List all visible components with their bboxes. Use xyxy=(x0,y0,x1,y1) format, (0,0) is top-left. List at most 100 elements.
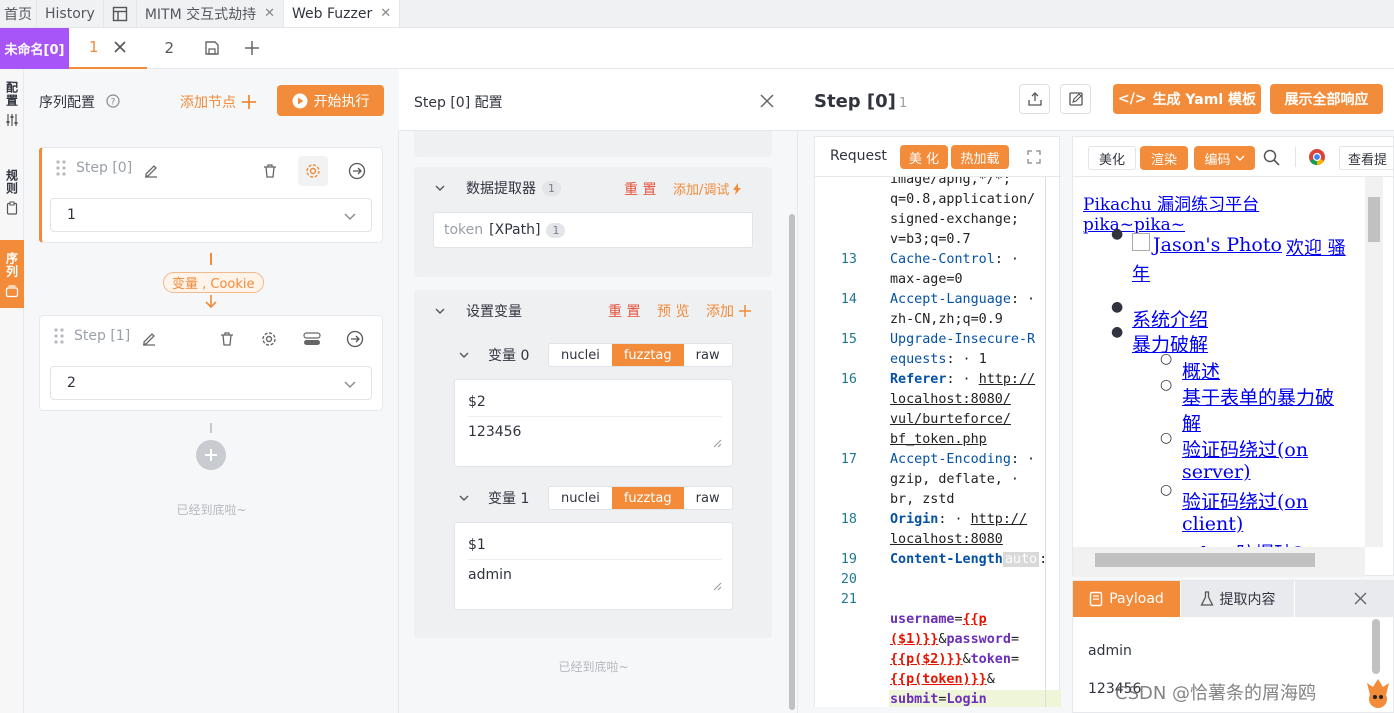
share-button[interactable] xyxy=(1019,84,1050,114)
extractor-reset-button[interactable]: 重 置 xyxy=(624,179,656,199)
settings-button[interactable] xyxy=(298,156,328,186)
add-step-button[interactable] xyxy=(196,440,226,470)
payload-tab[interactable]: Payload xyxy=(1073,581,1180,617)
seg-nuclei[interactable]: nuclei xyxy=(549,344,612,366)
goto-button[interactable] xyxy=(340,324,370,354)
hotload-button[interactable]: 热加载 xyxy=(951,145,1009,169)
vtab-label: 规则 xyxy=(4,169,19,195)
welcome-link[interactable]: 欢迎 骚 xyxy=(1286,234,1346,260)
settings-button[interactable] xyxy=(254,324,284,354)
link-captcha-server[interactable]: 验证码绕过(on xyxy=(1182,435,1308,462)
close-icon[interactable] xyxy=(760,94,774,108)
response-beautify-button[interactable]: 美化 xyxy=(1088,146,1136,170)
vertical-scrollbar[interactable] xyxy=(1365,177,1383,547)
start-execute-button[interactable]: 开始执行 xyxy=(277,85,384,116)
extractor-title-row[interactable]: 数据提取器 1 xyxy=(434,178,561,198)
extractor-add-button[interactable]: 添加/调试 xyxy=(673,179,742,198)
edit-button[interactable] xyxy=(136,156,166,186)
render-button[interactable]: 渲染 xyxy=(1140,146,1188,170)
resize-handle-icon[interactable] xyxy=(713,439,722,448)
close-icon[interactable]: ✕ xyxy=(380,6,391,21)
request-code[interactable]: image/apng,*/*; q=0.8,application/ signe… xyxy=(815,177,1061,707)
close-icon[interactable]: ✕ xyxy=(264,6,275,21)
variable-0-editor[interactable]: $2 123456 xyxy=(454,379,733,467)
ruler-line xyxy=(1045,177,1046,707)
link-captcha-client-cont[interactable]: client) xyxy=(1182,513,1243,535)
step-select[interactable]: 1 xyxy=(50,198,372,232)
search-icon[interactable] xyxy=(1263,149,1280,166)
link-overview[interactable]: 概述 xyxy=(1182,357,1220,384)
page-title-link[interactable]: Pikachu 漏洞练习平台 pika~pika~ xyxy=(1083,190,1365,235)
add-tab-button[interactable] xyxy=(232,28,272,69)
scrollbar[interactable] xyxy=(789,214,795,710)
resize-handle-icon[interactable] xyxy=(713,582,722,591)
code-line: br, zstd xyxy=(890,492,955,507)
group-unnamed[interactable]: 未命名[0] xyxy=(0,27,69,69)
help-icon[interactable]: ? xyxy=(106,94,120,108)
goto-button[interactable] xyxy=(342,156,372,186)
variables-title-row[interactable]: 设置变量 xyxy=(434,301,522,321)
scroll-thumb[interactable] xyxy=(1368,197,1380,242)
tab-mitm[interactable]: MITM 交互式劫持 ✕ xyxy=(137,0,285,27)
chrome-icon[interactable] xyxy=(1308,148,1326,166)
vtab-sequence[interactable]: 序列 xyxy=(0,240,24,308)
step-card-0[interactable]: Step [0] 1 xyxy=(39,147,383,243)
link-form-brute-cont[interactable]: 解 xyxy=(1182,409,1201,436)
watermark: CSDN @恰薯条的屑海鸥 xyxy=(1115,683,1317,704)
show-all-responses-button[interactable]: 展示全部响应 xyxy=(1270,84,1383,114)
variable-1-row[interactable]: 变量 1 xyxy=(458,488,529,508)
seg-nuclei[interactable]: nuclei xyxy=(549,487,612,509)
link-captcha-server-cont[interactable]: server) xyxy=(1182,461,1251,483)
fuzzer-tab-1[interactable]: 1 xyxy=(69,28,147,69)
seg-raw[interactable]: raw xyxy=(684,344,732,366)
scroll-thumb[interactable] xyxy=(1372,619,1380,674)
tab-table-icon[interactable] xyxy=(104,0,137,27)
delete-button[interactable] xyxy=(212,324,242,354)
variables-add-button[interactable]: 添加 xyxy=(706,301,751,321)
extract-content-tab[interactable]: 提取内容 xyxy=(1181,581,1294,617)
variables-reset-button[interactable]: 重 置 xyxy=(608,301,640,321)
photo-link[interactable]: Jason's Photo xyxy=(1153,234,1282,256)
drag-handle-icon[interactable] xyxy=(54,328,64,344)
close-icon[interactable] xyxy=(1354,592,1367,605)
toggle-button[interactable] xyxy=(297,324,327,354)
variable-0-row[interactable]: 变量 0 xyxy=(458,345,529,365)
beautify-button[interactable]: 美 化 xyxy=(900,145,948,169)
step-card-1[interactable]: Step [1] 2 xyxy=(39,315,383,411)
view-button[interactable]: 查看提 xyxy=(1339,146,1394,170)
link-captcha-client[interactable]: 验证码绕过(on xyxy=(1182,487,1308,514)
welcome-link-cont[interactable]: 年 xyxy=(1132,260,1150,286)
generate-yaml-button[interactable]: </> 生成 Yaml 模板 xyxy=(1113,84,1261,114)
link-intro[interactable]: 系统介绍 xyxy=(1132,305,1208,332)
fullscreen-icon[interactable] xyxy=(1027,150,1041,164)
drag-handle-icon[interactable] xyxy=(56,160,66,176)
encode-dropdown[interactable]: 编码 xyxy=(1194,146,1255,170)
seg-fuzztag[interactable]: fuzztag xyxy=(611,344,684,366)
tab-home[interactable]: 首页 xyxy=(0,0,37,27)
variables-preview-button[interactable]: 预 览 xyxy=(657,301,689,321)
edit-button[interactable] xyxy=(134,324,164,354)
close-icon[interactable] xyxy=(113,40,127,54)
save-button[interactable] xyxy=(192,28,232,69)
seg-fuzztag[interactable]: fuzztag xyxy=(611,487,684,509)
end-of-list: 已经到底啦~ xyxy=(176,503,247,517)
fuzzer-tab-2[interactable]: 2 xyxy=(147,28,193,69)
vtab-config[interactable]: 配置 xyxy=(0,81,24,141)
scroll-thumb[interactable] xyxy=(1095,553,1315,567)
extractor-item[interactable]: token [XPath] 1 xyxy=(433,212,753,248)
add-node-button[interactable]: 添加节点 xyxy=(180,92,256,112)
link-token[interactable]: token防爆破? xyxy=(1182,539,1303,547)
vtab-rules[interactable]: 规则 xyxy=(0,169,24,229)
step-config-title: Step [0] 配置 xyxy=(414,95,503,111)
link-form-brute[interactable]: 基于表单的暴力破 xyxy=(1182,383,1334,410)
response-header: 美化 渲染 编码 查看提 xyxy=(1073,137,1394,177)
tab-history[interactable]: History xyxy=(37,0,104,27)
variable-1-editor[interactable]: $1 admin xyxy=(454,522,733,610)
step-select[interactable]: 2 xyxy=(50,366,372,400)
horizontal-scrollbar[interactable] xyxy=(1073,547,1365,577)
delete-button[interactable] xyxy=(255,156,285,186)
tab-web-fuzzer[interactable]: Web Fuzzer ✕ xyxy=(284,0,401,27)
edit-request-button[interactable] xyxy=(1060,84,1091,114)
broken-image-icon xyxy=(1132,233,1150,251)
seg-raw[interactable]: raw xyxy=(684,487,732,509)
